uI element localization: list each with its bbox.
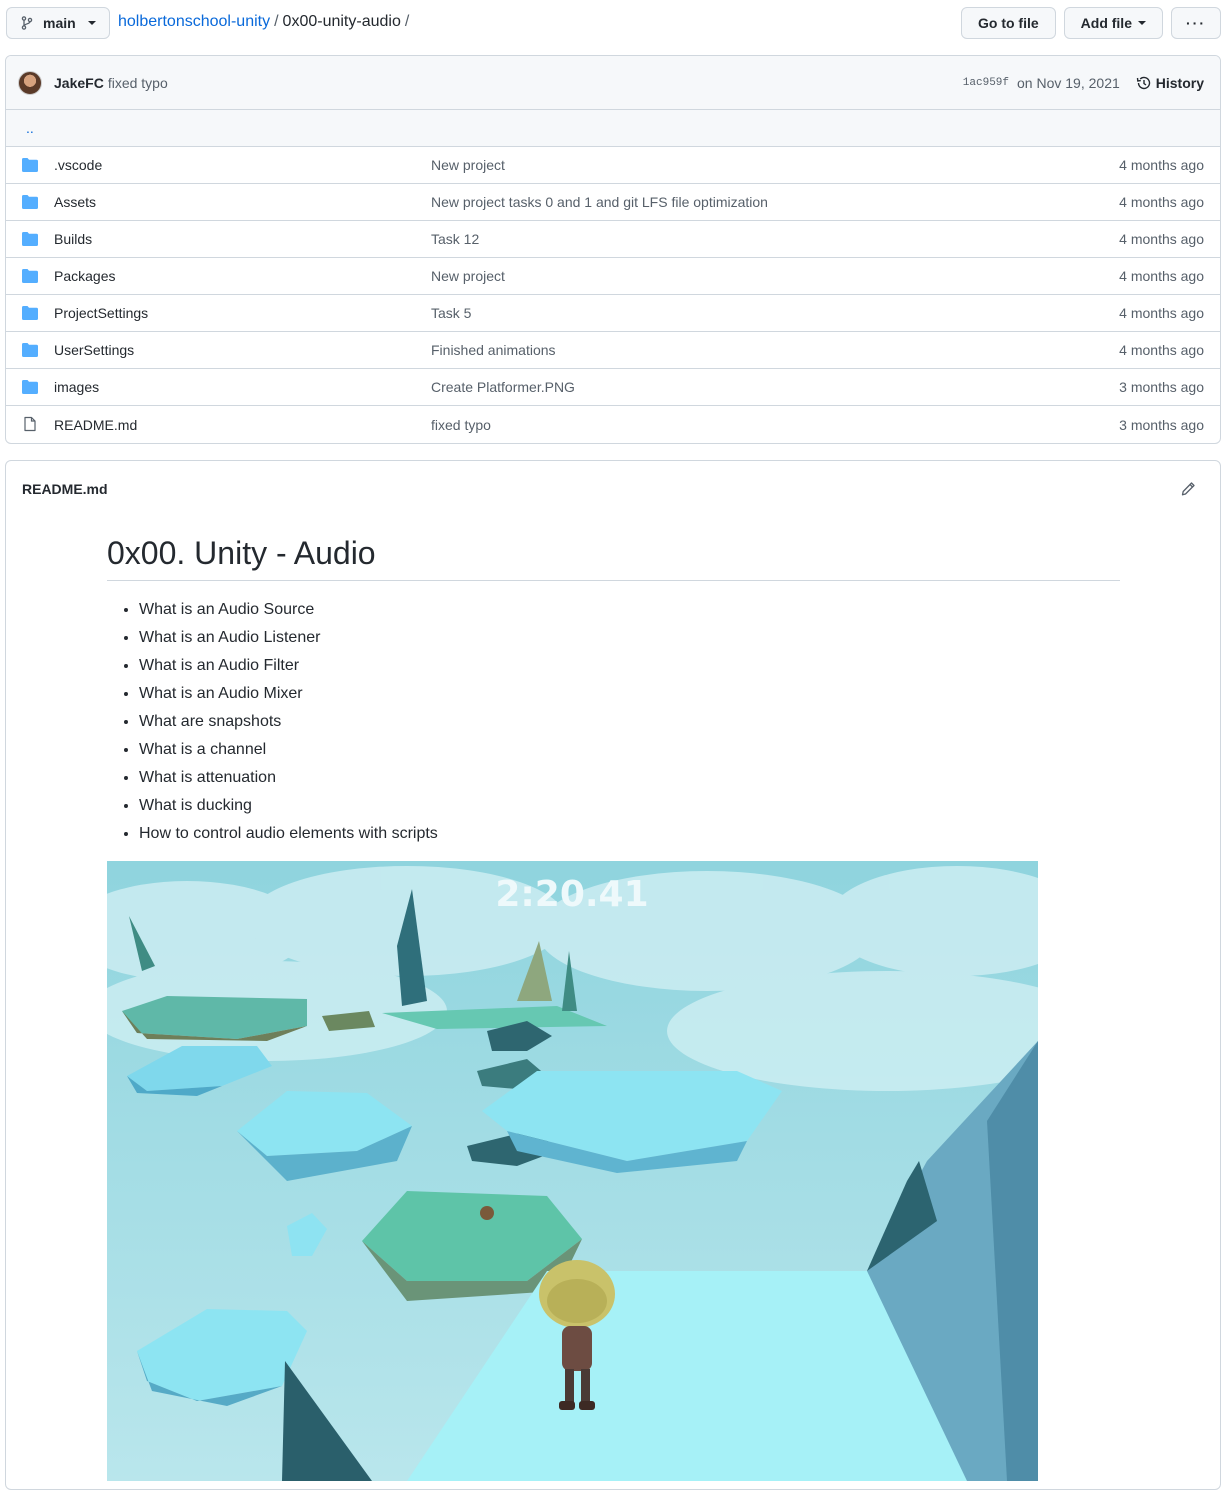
file-age: 4 months ago xyxy=(1119,305,1204,321)
list-item: What is a channel xyxy=(139,739,1120,767)
readme-filename: README.md xyxy=(22,481,108,497)
repo-topbar: main holbertonschool-unity / 0x00-unity-… xyxy=(0,0,1227,46)
file-commit-message-link[interactable]: Task 5 xyxy=(431,305,471,321)
pencil-icon[interactable] xyxy=(1180,481,1196,497)
list-item: What is an Audio Mixer xyxy=(139,683,1120,711)
file-row[interactable]: ProjectSettings Task 5 4 months ago xyxy=(6,295,1220,332)
go-to-file-button[interactable]: Go to file xyxy=(960,7,1056,39)
latest-commit-bar: JakeFC fixed typo 1ac959f on Nov 19, 202… xyxy=(6,56,1220,110)
list-item: What is an Audio Listener xyxy=(139,627,1120,655)
folder-icon xyxy=(22,158,38,172)
file-listing: JakeFC fixed typo 1ac959f on Nov 19, 202… xyxy=(5,55,1221,444)
add-file-label: Add file xyxy=(1080,15,1132,31)
file-age: 3 months ago xyxy=(1119,416,1204,433)
list-item: How to control audio elements with scrip… xyxy=(139,823,1120,851)
breadcrumb: holbertonschool-unity / 0x00-unity-audio… xyxy=(118,13,409,31)
file-commit-message-link[interactable]: fixed typo xyxy=(431,417,491,433)
file-name-link[interactable]: .vscode xyxy=(54,157,102,173)
file-name-link[interactable]: Assets xyxy=(54,194,96,210)
game-timer-text: 2:20.41 xyxy=(495,874,648,915)
file-row[interactable]: .vscode New project 4 months ago xyxy=(6,147,1220,184)
add-file-button[interactable]: Add file xyxy=(1063,7,1163,39)
commit-message[interactable]: fixed typo xyxy=(108,75,168,91)
breadcrumb-repo-link[interactable]: holbertonschool-unity xyxy=(118,13,270,31)
file-name-link[interactable]: ProjectSettings xyxy=(54,305,148,321)
commit-author[interactable]: JakeFC xyxy=(54,75,104,91)
readme-title: 0x00. Unity - Audio xyxy=(107,531,1120,581)
breadcrumb-separator: / xyxy=(404,13,410,30)
list-item: What is attenuation xyxy=(139,767,1120,795)
folder-icon xyxy=(22,306,38,320)
file-commit-message-link[interactable]: Create Platformer.PNG xyxy=(431,379,575,395)
file-name-link[interactable]: Packages xyxy=(54,268,115,284)
file-row[interactable]: Packages New project 4 months ago xyxy=(6,258,1220,295)
commit-meta: 1ac959f on Nov 19, 2021 History xyxy=(963,56,1204,110)
folder-icon xyxy=(22,343,38,357)
list-item: What is an Audio Filter xyxy=(139,655,1120,683)
file-commit-message-link[interactable]: Finished animations xyxy=(431,342,556,358)
top-actions: Go to file Add file ··· xyxy=(960,7,1221,39)
readme-panel: README.md 0x00. Unity - Audio What is an… xyxy=(5,460,1221,1490)
folder-icon xyxy=(22,195,38,209)
file-row[interactable]: Assets New project tasks 0 and 1 and git … xyxy=(6,184,1220,221)
file-age: 4 months ago xyxy=(1119,268,1204,284)
file-age: 4 months ago xyxy=(1119,194,1204,210)
git-branch-icon xyxy=(21,16,33,30)
readme-content: 0x00. Unity - Audio What is an Audio Sou… xyxy=(107,531,1120,1481)
commit-sha[interactable]: 1ac959f xyxy=(963,77,1009,89)
branch-selector[interactable]: main xyxy=(6,7,110,39)
readme-header: README.md xyxy=(6,461,1220,517)
file-name-link[interactable]: images xyxy=(54,379,99,395)
file-row[interactable]: UserSettings Finished animations 4 months … xyxy=(6,332,1220,369)
history-icon xyxy=(1136,76,1150,90)
learning-objectives-list: What is an Audio Source What is an Audio… xyxy=(107,599,1120,851)
file-commit-message-link[interactable]: New project xyxy=(431,157,505,173)
breadcrumb-current-folder: 0x00-unity-audio xyxy=(282,13,401,30)
breadcrumb-separator: / xyxy=(274,13,279,30)
list-item: What is ducking xyxy=(139,795,1120,823)
file-age: 4 months ago xyxy=(1119,342,1204,358)
history-label: History xyxy=(1155,75,1204,91)
file-row[interactable]: Builds Task 12 4 months ago xyxy=(6,221,1220,258)
file-age: 4 months ago xyxy=(1119,157,1204,173)
list-item: What are snapshots xyxy=(139,711,1120,739)
more-options-button[interactable]: ··· xyxy=(1171,7,1221,39)
file-commit-message-link[interactable]: New project tasks 0 and 1 and git LFS fi… xyxy=(431,194,768,210)
file-age: 3 months ago xyxy=(1119,379,1204,395)
file-commit-message-link[interactable]: Task 12 xyxy=(431,231,479,247)
branch-name: main xyxy=(43,15,76,31)
avatar[interactable] xyxy=(18,70,42,95)
chevron-down-icon xyxy=(87,21,96,25)
folder-icon xyxy=(22,380,38,394)
chevron-down-icon xyxy=(1138,21,1146,25)
file-commit-message-link[interactable]: New project xyxy=(431,268,505,284)
list-item: What is an Audio Source xyxy=(139,599,1120,627)
folder-icon xyxy=(22,232,38,246)
file-name-link[interactable]: Builds xyxy=(54,231,92,247)
file-row[interactable]: README.md fixed typo 3 months ago xyxy=(6,406,1220,443)
file-icon xyxy=(24,416,36,432)
file-name-link[interactable]: UserSettings xyxy=(54,342,134,358)
file-age: 4 months ago xyxy=(1119,231,1204,247)
parent-directory-link[interactable]: .. xyxy=(6,110,1220,147)
commit-date: on Nov 19, 2021 xyxy=(1017,75,1120,91)
file-row[interactable]: images Create Platformer.PNG 3 months ago xyxy=(6,369,1220,406)
history-link[interactable]: History xyxy=(1136,75,1204,91)
platformer-screenshot-image: 2:20.41 xyxy=(107,861,1038,1481)
folder-icon xyxy=(22,269,38,283)
file-name-link[interactable]: README.md xyxy=(54,417,137,433)
